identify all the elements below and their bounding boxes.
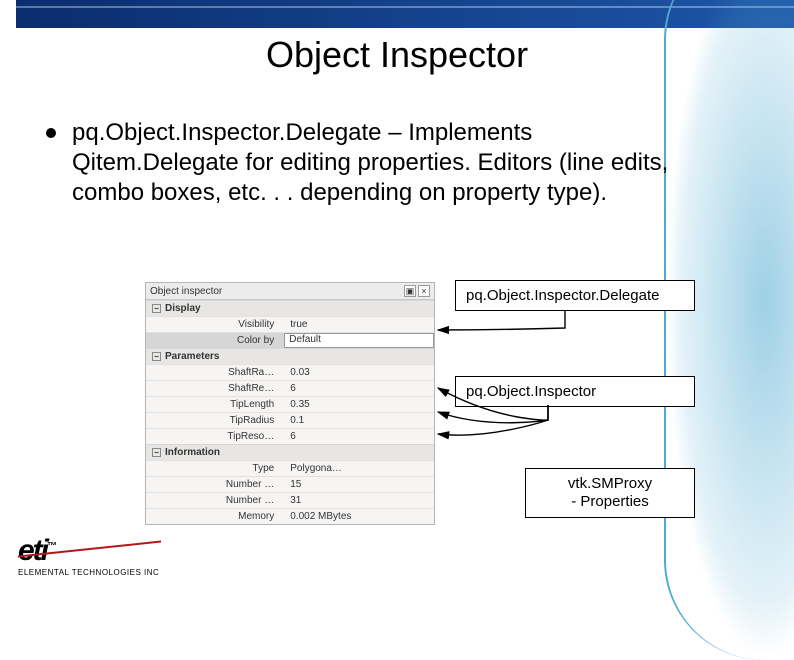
label-text: pq.Object.Inspector.Delegate — [466, 287, 659, 304]
inspector-panel: Object inspector ▣ × − Display Visibilit… — [145, 282, 435, 525]
prop-value[interactable]: 0.1 — [284, 413, 434, 428]
inspector-title-text: Object inspector — [150, 286, 222, 297]
prop-key: ShaftRe… — [146, 381, 284, 396]
label-text: pq.Object.Inspector — [466, 383, 596, 400]
close-icon[interactable]: × — [418, 285, 430, 297]
collapse-icon[interactable]: − — [152, 304, 161, 313]
slide-title: Object Inspector — [0, 34, 794, 76]
inspector-title-bar: Object inspector ▣ × — [146, 283, 434, 300]
prop-key: Number … — [146, 477, 284, 492]
prop-key: Visibility — [146, 317, 284, 332]
prop-value: 31 — [284, 493, 434, 508]
prop-key: TipLength — [146, 397, 284, 412]
label-text: vtk.SMProxy — [568, 475, 652, 492]
prop-value-editor[interactable]: Default — [284, 333, 434, 348]
prop-row: TipReso…6 — [146, 428, 434, 444]
prop-row: ShaftRa…0.03 — [146, 364, 434, 380]
prop-row: Number …15 — [146, 476, 434, 492]
prop-row: Color by Default — [146, 332, 434, 348]
dock-icon[interactable]: ▣ — [404, 285, 416, 297]
prop-key: TipRadius — [146, 413, 284, 428]
label-box-delegate: pq.Object.Inspector.Delegate — [455, 280, 695, 311]
prop-key: Color by — [146, 333, 284, 348]
prop-value[interactable]: 0.35 — [284, 397, 434, 412]
logo-mark: eti™ — [18, 534, 159, 568]
section-label: Information — [165, 447, 220, 458]
footer-logo: eti™ ELEMENTAL TECHNOLOGIES INC — [18, 534, 159, 577]
prop-row: Memory0.002 MBytes — [146, 508, 434, 524]
prop-value: 0.002 MBytes — [284, 509, 434, 524]
section-label: Parameters — [165, 351, 219, 362]
prop-key: Type — [146, 461, 284, 476]
prop-row: TypePolygona… — [146, 460, 434, 476]
section-header-display[interactable]: − Display — [146, 300, 434, 316]
prop-key: ShaftRa… — [146, 365, 284, 380]
collapse-icon[interactable]: − — [152, 352, 161, 361]
prop-row: Visibility true — [146, 316, 434, 332]
logo-mark-text: eti — [18, 534, 47, 567]
prop-value: Polygona… — [284, 461, 434, 476]
logo-tm: ™ — [47, 541, 55, 552]
label-text: - Properties — [571, 493, 649, 510]
prop-value[interactable]: 6 — [284, 429, 434, 444]
logo-subtext: ELEMENTAL TECHNOLOGIES INC — [18, 568, 159, 577]
prop-key: TipReso… — [146, 429, 284, 444]
prop-key: Memory — [146, 509, 284, 524]
prop-key: Number … — [146, 493, 284, 508]
collapse-icon[interactable]: − — [152, 448, 161, 457]
prop-row: TipRadius0.1 — [146, 412, 434, 428]
prop-row: ShaftRe…6 — [146, 380, 434, 396]
bullet-item: pq.Object.Inspector.Delegate – Implement… — [42, 118, 702, 208]
prop-value: 15 — [284, 477, 434, 492]
prop-value[interactable]: true — [284, 317, 434, 332]
section-label: Display — [165, 303, 201, 314]
prop-value[interactable]: 0.03 — [284, 365, 434, 380]
prop-row: TipLength0.35 — [146, 396, 434, 412]
prop-row: Number …31 — [146, 492, 434, 508]
section-header-information[interactable]: − Information — [146, 444, 434, 460]
bullet-block: pq.Object.Inspector.Delegate – Implement… — [42, 118, 702, 208]
label-box-inspector: pq.Object.Inspector — [455, 376, 695, 407]
label-box-proxy: vtk.SMProxy - Properties — [525, 468, 695, 518]
right-decor-curve — [664, 0, 794, 660]
prop-value[interactable]: 6 — [284, 381, 434, 396]
section-header-parameters[interactable]: − Parameters — [146, 348, 434, 364]
